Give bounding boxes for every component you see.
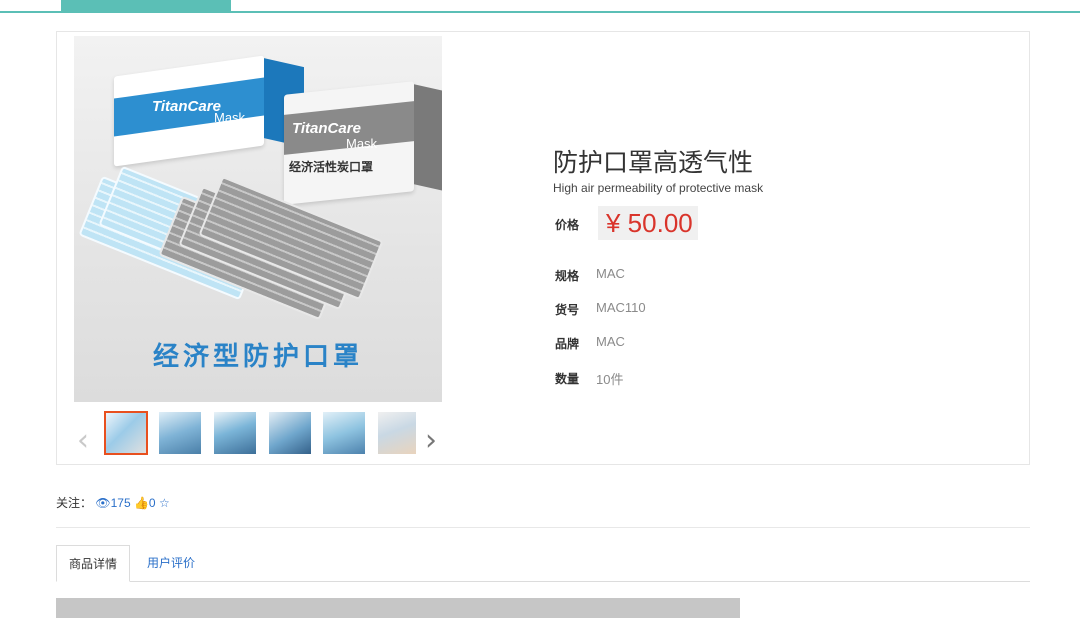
like-count: 0 <box>148 496 156 510</box>
box1-label: 一次性防护口罩 <box>134 138 219 152</box>
thumbnail-4[interactable] <box>269 412 311 454</box>
thumbnail-2[interactable] <box>159 412 201 454</box>
follow-label: 关注： <box>56 496 93 510</box>
quantity-label: 数量 <box>555 372 580 386</box>
box-brand-sub-text: Mask <box>214 110 246 125</box>
star-outline-icon[interactable]: ☆ <box>159 496 170 510</box>
tab-product-details[interactable]: 商品详情 <box>56 545 130 582</box>
price-label: 价格 <box>555 218 580 232</box>
sku-value: MAC110 <box>596 300 646 315</box>
spec-value: MAC <box>596 266 625 281</box>
thumbnail-5[interactable] <box>323 412 365 454</box>
product-subtitle: High air permeability of protective mask <box>553 181 764 195</box>
sku-label: 货号 <box>555 303 580 317</box>
thumbnail-3[interactable] <box>214 412 256 454</box>
box2-brand-sub-text: Mask <box>346 136 378 151</box>
spec-label: 规格 <box>555 269 580 283</box>
details-content-image <box>56 598 740 618</box>
image-caption: 经济型防护口罩 <box>152 342 363 372</box>
section-divider <box>56 527 1030 528</box>
brand-value: MAC <box>596 334 625 349</box>
thumbs-up-icon[interactable]: 👍 <box>134 496 149 510</box>
price-value: ¥ 50.00 <box>606 208 693 238</box>
masks-illustration <box>74 165 404 326</box>
follow-row: 关注： 👁175 👍0 ☆ <box>56 494 170 511</box>
product-main-image: TitanCare Mask 一次性防护口罩 TitanCare Mask 经济… <box>74 36 442 402</box>
box2-brand-text: TitanCare <box>292 120 361 137</box>
eye-icon: 👁 <box>95 496 111 510</box>
nav-underline <box>0 11 1080 13</box>
thumbnail-6[interactable] <box>378 412 416 454</box>
top-nav-bar <box>0 0 1080 13</box>
brand-label: 品牌 <box>555 337 580 351</box>
tab-user-reviews[interactable]: 用户评价 <box>136 545 206 581</box>
box-brand-text: TitanCare <box>152 98 221 115</box>
product-title: 防护口罩高透气性 <box>553 148 754 177</box>
view-count: 175 <box>110 496 131 510</box>
price-box: ¥ 50.00 <box>598 206 698 240</box>
quantity-value: 10件 <box>596 372 624 387</box>
thumbnail-next-arrow-icon[interactable]: › <box>421 422 441 462</box>
detail-tabs: 商品详情 用户评价 <box>56 545 1030 582</box>
thumbnail-prev-arrow-icon[interactable]: ‹ <box>73 422 93 462</box>
thumbnail-1[interactable] <box>104 411 148 455</box>
box2-label: 经济活性炭口罩 <box>289 160 374 174</box>
